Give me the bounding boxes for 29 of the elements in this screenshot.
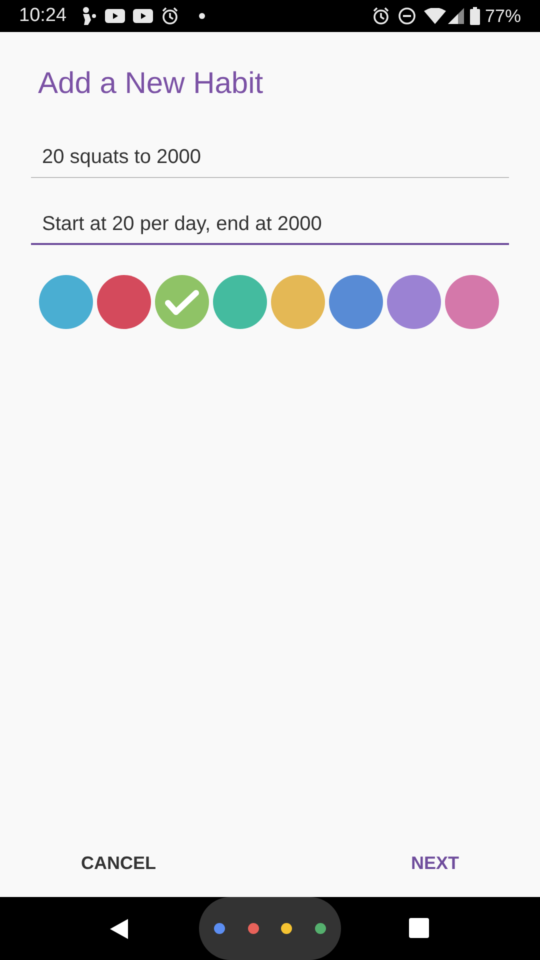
status-time: 10:24 <box>19 4 67 28</box>
signal-icon <box>448 8 464 24</box>
color-swatch[interactable] <box>155 275 209 329</box>
back-icon[interactable] <box>109 918 129 940</box>
text-field[interactable]: Start at 20 per day, end at 2000 <box>31 204 509 245</box>
color-swatch[interactable] <box>329 275 383 329</box>
dot-icon <box>314 923 326 934</box>
alarm-icon <box>372 7 390 25</box>
color-swatch[interactable] <box>97 275 151 329</box>
check-icon <box>164 288 200 316</box>
cancel-button[interactable]: CANCEL <box>77 844 160 883</box>
dot-icon <box>198 13 205 19</box>
next-button[interactable]: NEXT <box>406 844 463 883</box>
dot-icon <box>248 923 259 934</box>
color-swatch[interactable] <box>213 275 267 329</box>
dot-icon <box>214 923 226 934</box>
play-icon <box>104 9 125 23</box>
color-swatch[interactable] <box>387 275 441 329</box>
alarm-icon <box>160 7 179 25</box>
dot-icon <box>281 923 292 934</box>
page-title: Add a New Habit <box>38 66 264 102</box>
color-swatch[interactable] <box>39 275 93 329</box>
battery-icon <box>470 7 480 25</box>
play-icon <box>132 9 153 23</box>
do-not-disturb-icon <box>398 7 416 25</box>
color-swatch[interactable] <box>271 275 325 329</box>
text-field[interactable]: 20 squats to 2000 <box>31 137 509 178</box>
battery-percent: 77% <box>484 4 521 28</box>
color-swatch[interactable] <box>445 275 499 329</box>
